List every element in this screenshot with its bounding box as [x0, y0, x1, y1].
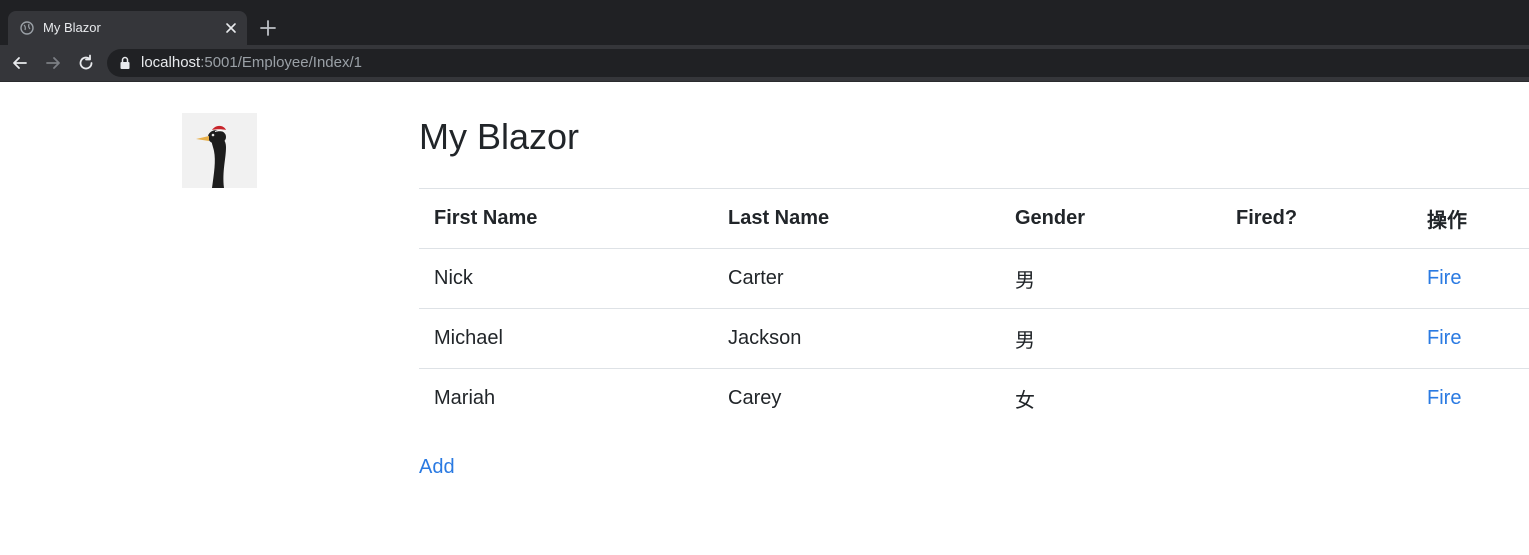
header-fired: Fired?: [1221, 188, 1412, 249]
page-content: My Blazor First Name Last Name Gender Fi…: [0, 82, 1529, 555]
url-text[interactable]: localhost:5001/Employee/Index/1: [141, 54, 362, 71]
cell-actions: Fire: [1412, 369, 1529, 429]
cell-first-name: Michael: [419, 308, 713, 369]
cell-fired: [1221, 248, 1412, 309]
cell-first-name: Nick: [419, 248, 713, 309]
table-row: Michael Jackson 男 Fire: [419, 308, 1529, 369]
header-first-name: First Name: [419, 188, 713, 249]
browser-tab[interactable]: My Blazor: [8, 11, 247, 45]
url-host: localhost: [141, 54, 201, 71]
add-link[interactable]: Add: [419, 456, 455, 479]
table-header-row: First Name Last Name Gender Fired? 操作: [419, 188, 1529, 249]
header-last-name: Last Name: [713, 188, 1000, 249]
cell-actions: Fire: [1412, 248, 1529, 309]
employee-table: First Name Last Name Gender Fired? 操作 Ni…: [419, 188, 1529, 429]
cell-fired: [1221, 369, 1412, 429]
cell-gender: 女: [1015, 390, 1035, 413]
back-arrow-icon[interactable]: [10, 53, 30, 73]
cell-fired: [1221, 308, 1412, 369]
browser-tab-strip: My Blazor: [0, 0, 1529, 45]
url-path: :5001/Employee/Index/1: [200, 54, 362, 71]
bird-logo: [182, 113, 257, 188]
cell-actions: Fire: [1412, 308, 1529, 369]
browser-toolbar: localhost:5001/Employee/Index/1: [0, 45, 1529, 82]
cell-last-name: Jackson: [713, 308, 1000, 369]
lock-icon[interactable]: [119, 56, 131, 70]
globe-icon: [20, 21, 34, 35]
employee-table-grid: First Name Last Name Gender Fired? 操作 Ni…: [419, 188, 1529, 429]
table-row: Nick Carter 男 Fire: [419, 248, 1529, 309]
fire-link[interactable]: Fire: [1427, 267, 1461, 289]
cell-last-name: Carter: [713, 248, 1000, 309]
close-icon[interactable]: [223, 20, 239, 36]
tab-title: My Blazor: [43, 20, 101, 35]
cell-gender: 男: [1000, 248, 1221, 309]
header-gender: Gender: [1000, 188, 1221, 249]
table-row: Mariah Carey 女 Fire: [419, 369, 1529, 429]
fire-link[interactable]: Fire: [1427, 387, 1461, 409]
new-tab-button[interactable]: [256, 16, 280, 40]
cell-first-name: Mariah: [434, 387, 496, 410]
cell-gender: 男: [1000, 308, 1221, 369]
reload-icon[interactable]: [76, 53, 96, 73]
cell-last-name: Carey: [728, 387, 782, 410]
header-actions: 操作: [1412, 188, 1529, 249]
page-title: My Blazor: [419, 116, 580, 157]
fire-link[interactable]: Fire: [1427, 327, 1461, 349]
address-bar[interactable]: localhost:5001/Employee/Index/1: [107, 49, 1529, 77]
forward-arrow-icon[interactable]: [43, 53, 63, 73]
